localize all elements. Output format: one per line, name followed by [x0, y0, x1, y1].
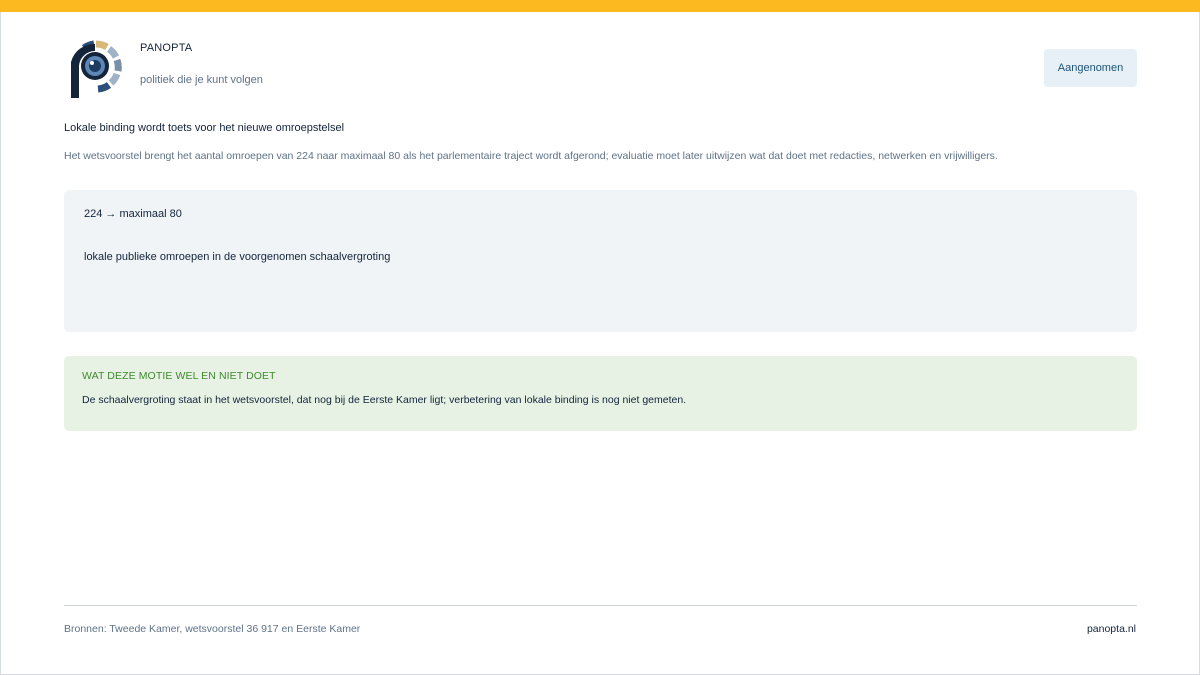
motion-note-card: WAT DEZE MOTIE WEL EN NIET DOET De schaa… [64, 356, 1137, 431]
brand-name: PANOPTA [140, 42, 193, 54]
footer-sources: Bronnen: Tweede Kamer, wetsvoorstel 36 9… [64, 623, 361, 635]
article-summary: Het wetsvoorstel brengt het aantal omroe… [64, 150, 998, 162]
status-badge: Aangenomen [1044, 49, 1137, 87]
page-frame [0, 0, 1200, 675]
footer-divider [64, 605, 1137, 606]
footer-site-link[interactable]: panopta.nl [1087, 623, 1136, 635]
motion-note-text: De schaalvergroting staat in het wetsvoo… [82, 394, 687, 406]
panopta-eye-logo-icon [66, 40, 122, 100]
stat-value: 224 → maximaal 80 [84, 208, 182, 220]
article-headline: Lokale binding wordt toets voor het nieu… [64, 122, 345, 134]
motion-note-title: WAT DEZE MOTIE WEL EN NIET DOET [82, 370, 276, 382]
brand-tagline: politiek die je kunt volgen [140, 74, 263, 86]
stat-label: lokale publieke omroepen in de voorgenom… [84, 251, 391, 263]
top-accent-bar [0, 0, 1200, 12]
stat-card: 224 → maximaal 80 lokale publieke omroep… [64, 190, 1137, 332]
